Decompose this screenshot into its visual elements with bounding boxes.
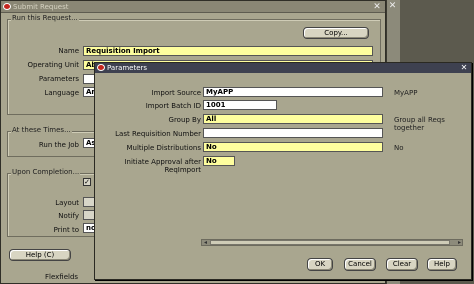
ok-button[interactable]: OK (307, 258, 333, 271)
scroll-left-arrow-icon[interactable]: ◂ (202, 240, 209, 246)
operating-unit-label: Operating Unit (27, 61, 79, 69)
oracle-logo-icon (3, 3, 11, 10)
multiple-distributions-field[interactable]: No (203, 142, 383, 152)
copy-button[interactable]: Copy... (303, 27, 369, 39)
help-button[interactable]: Help (427, 258, 457, 271)
group-by-description: Group all Reqs together (394, 116, 445, 132)
oracle-logo-icon (97, 64, 105, 71)
close-icon[interactable]: ✕ (372, 2, 382, 12)
group-by-field[interactable]: All (203, 114, 383, 124)
multiple-distributions-label: Multiple Distributions (126, 144, 201, 152)
import-batch-id-label: Import Batch ID (145, 102, 201, 110)
parameters-titlebar: Parameters ✕ (95, 63, 471, 73)
submit-request-title: Submit Request (13, 3, 69, 11)
name-field[interactable]: Requisition Import (83, 46, 373, 56)
parameters-label: Parameters (38, 75, 79, 83)
name-label: Name (58, 47, 79, 55)
multiple-distributions-description: No (394, 144, 404, 152)
horizontal-scrollbar[interactable]: ◂ ▸ (201, 239, 463, 246)
initiate-approval-field[interactable]: No (203, 156, 235, 166)
import-source-label: Import Source (151, 89, 202, 97)
cancel-button[interactable]: Cancel (344, 258, 376, 271)
last-requisition-number-field[interactable] (203, 128, 383, 138)
notify-label: Notify (58, 212, 79, 220)
run-request-group-label: Run this Request... (11, 14, 79, 22)
times-group-label: At these Times... (11, 126, 72, 134)
language-label: Language (44, 89, 79, 97)
import-source-field[interactable]: MyAPP (203, 87, 383, 97)
print-to-label: Print to (53, 226, 79, 234)
flexfields-link[interactable]: Flexfields (45, 273, 78, 281)
import-source-description: MyAPP (394, 89, 418, 97)
layout-label: Layout (55, 199, 79, 207)
import-batch-id-field[interactable]: 1001 (203, 100, 277, 110)
parameters-dialog: Parameters ✕ Import Source MyAPP MyAPP I… (94, 62, 472, 280)
completion-group-label: Upon Completion... (11, 168, 81, 176)
scroll-right-arrow-icon[interactable]: ▸ (456, 240, 463, 246)
help-button[interactable]: Help (C) (9, 249, 71, 261)
save-output-checkbox[interactable]: ✓ (83, 178, 91, 186)
initiate-approval-label: Initiate Approval after ReqImport (124, 158, 201, 174)
clear-button[interactable]: Clear (386, 258, 418, 271)
group-by-label: Group By (168, 116, 201, 124)
parameters-title: Parameters (107, 64, 148, 72)
submit-request-titlebar: Submit Request ✕ (1, 1, 385, 13)
close-icon[interactable]: ✕ (459, 63, 469, 73)
close-icon[interactable]: ✕ (387, 1, 398, 12)
last-requisition-number-label: Last Requisition Number (115, 130, 201, 138)
run-job-label: Run the Job (38, 141, 79, 149)
scrollbar-thumb[interactable] (210, 240, 450, 245)
